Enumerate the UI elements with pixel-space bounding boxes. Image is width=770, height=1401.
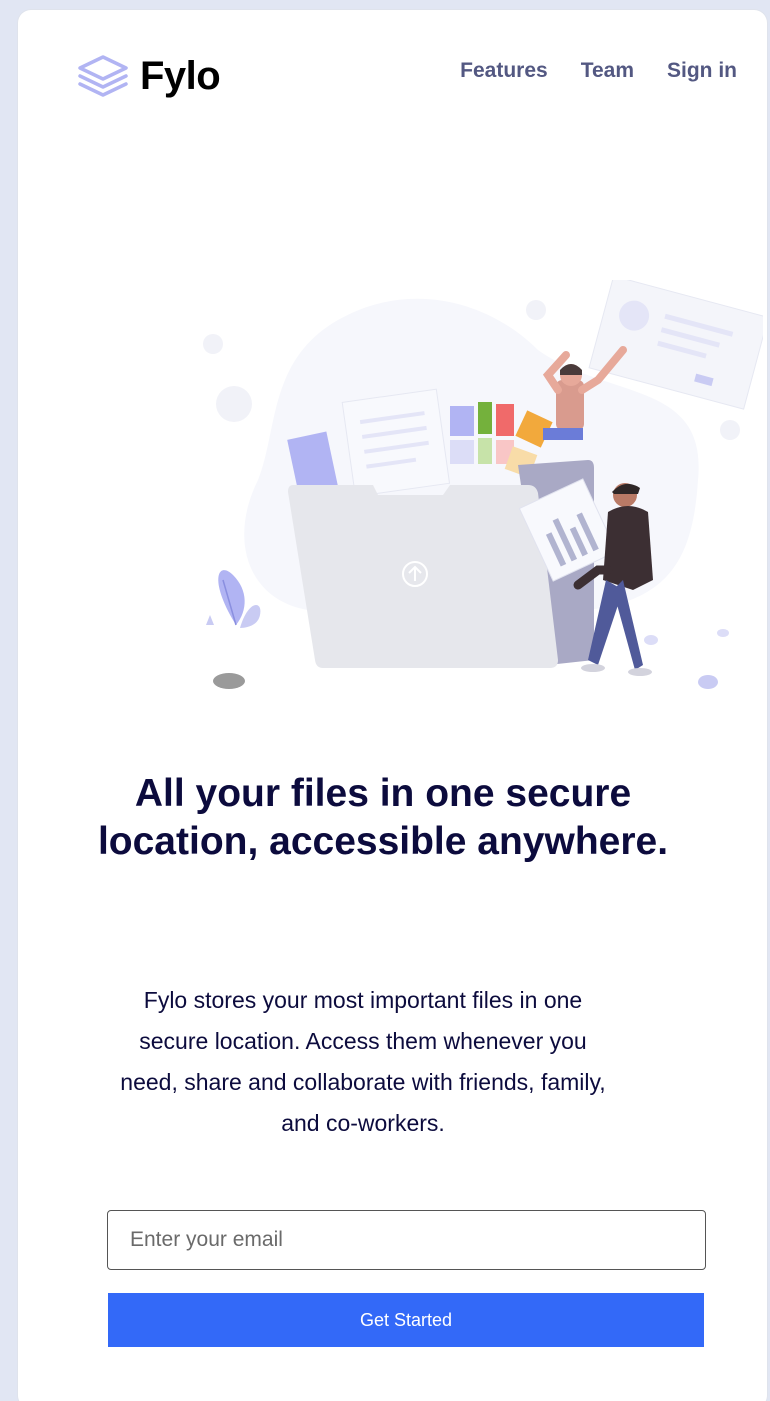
top-nav: Features Team Sign in — [427, 57, 737, 85]
hero-headline: All your files in one secure location, a… — [97, 772, 669, 863]
get-started-button[interactable]: Get Started — [108, 1293, 704, 1347]
hero-description: Fylo stores your most important files in… — [120, 987, 606, 1136]
brand-name: Fylo — [140, 54, 221, 98]
nav-link-sign-in[interactable]: Sign in — [667, 57, 737, 85]
brand-logo[interactable]: Fylo — [78, 54, 221, 98]
file-sharing-illustration — [203, 280, 763, 689]
nav-link-team[interactable]: Team — [581, 57, 634, 85]
email-input[interactable] — [107, 1210, 706, 1270]
layers-stack-icon — [78, 55, 128, 97]
nav-link-features[interactable]: Features — [460, 57, 548, 85]
page-card: Fylo Features Team Sign in All your file… — [17, 9, 768, 1401]
